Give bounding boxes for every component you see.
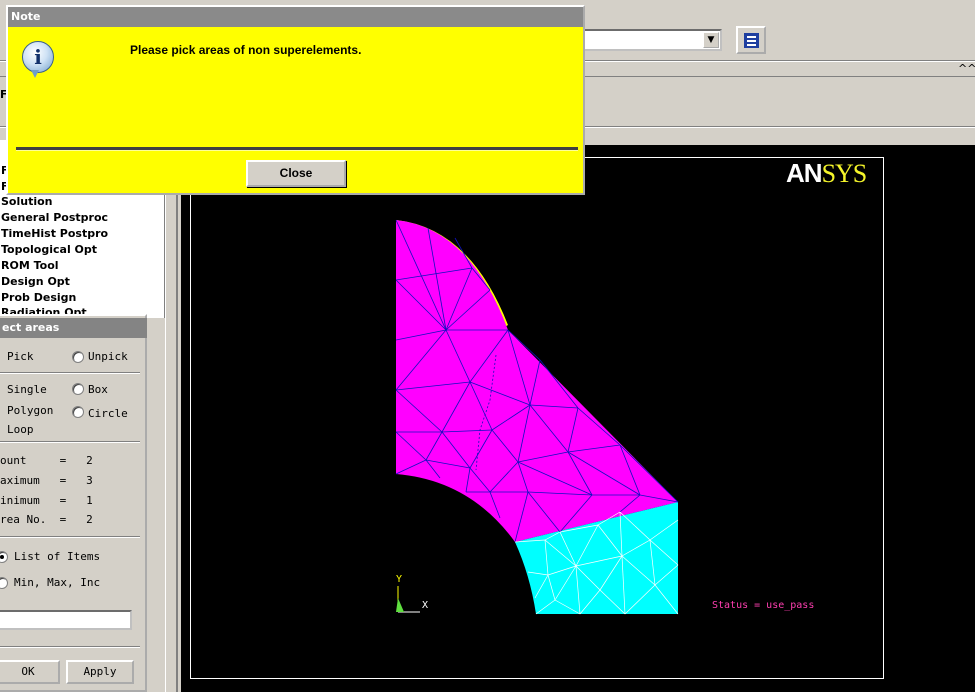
- item-entry-field[interactable]: [0, 610, 132, 630]
- maximum-readout: aximum = 3: [0, 474, 93, 487]
- dialog-separator: [16, 147, 578, 151]
- info-icon: i: [22, 41, 54, 78]
- divider: [0, 646, 140, 648]
- dialog-message: Please pick areas of non superelements.: [130, 43, 362, 57]
- axis-triad: [396, 586, 420, 613]
- min-max-inc-label[interactable]: Min, Max, Inc: [14, 576, 100, 589]
- magenta-area: [396, 220, 678, 542]
- note-dialog: Note i Please pick areas of non superele…: [6, 5, 585, 195]
- list-of-items-label[interactable]: List of Items: [14, 550, 100, 563]
- minimum-readout: inimum = 1: [0, 494, 93, 507]
- count-readout: ount = 2: [0, 454, 93, 467]
- dialog-title[interactable]: Note: [8, 7, 583, 27]
- divider: [0, 536, 140, 538]
- divider: [0, 441, 140, 443]
- axis-x-label: X: [422, 600, 429, 611]
- polygon-label[interactable]: Polygon: [7, 404, 53, 417]
- box-radio[interactable]: [72, 383, 84, 395]
- min-max-inc-radio[interactable]: [0, 577, 8, 589]
- status-text: Status = use_pass: [712, 600, 815, 611]
- list-of-items-radio[interactable]: [0, 551, 8, 563]
- divider: [0, 372, 140, 374]
- apply-button[interactable]: Apply: [66, 660, 134, 684]
- circle-radio[interactable]: [72, 406, 84, 418]
- unpick-radio[interactable]: [72, 351, 84, 363]
- area-no-readout: rea No. = 2: [0, 513, 93, 526]
- axis-y-label: Y: [396, 574, 403, 585]
- unpick-label[interactable]: Unpick: [88, 350, 128, 363]
- pick-label[interactable]: Pick: [7, 350, 34, 363]
- ansys-logo: ANSYS: [786, 158, 867, 188]
- box-label[interactable]: Box: [88, 383, 108, 396]
- single-label[interactable]: Single: [7, 383, 47, 396]
- ok-button[interactable]: OK: [0, 660, 60, 684]
- ansys-workspace: ▼ ^^ F A F F Solution General Postproc T…: [0, 0, 975, 692]
- pick-areas-panel: ect areas Pick Unpick Single Box Polygon…: [0, 314, 147, 692]
- circle-label[interactable]: Circle: [88, 407, 128, 420]
- close-button[interactable]: Close: [246, 160, 346, 187]
- panel-title: ect areas: [0, 318, 147, 338]
- loop-label[interactable]: Loop: [7, 423, 34, 436]
